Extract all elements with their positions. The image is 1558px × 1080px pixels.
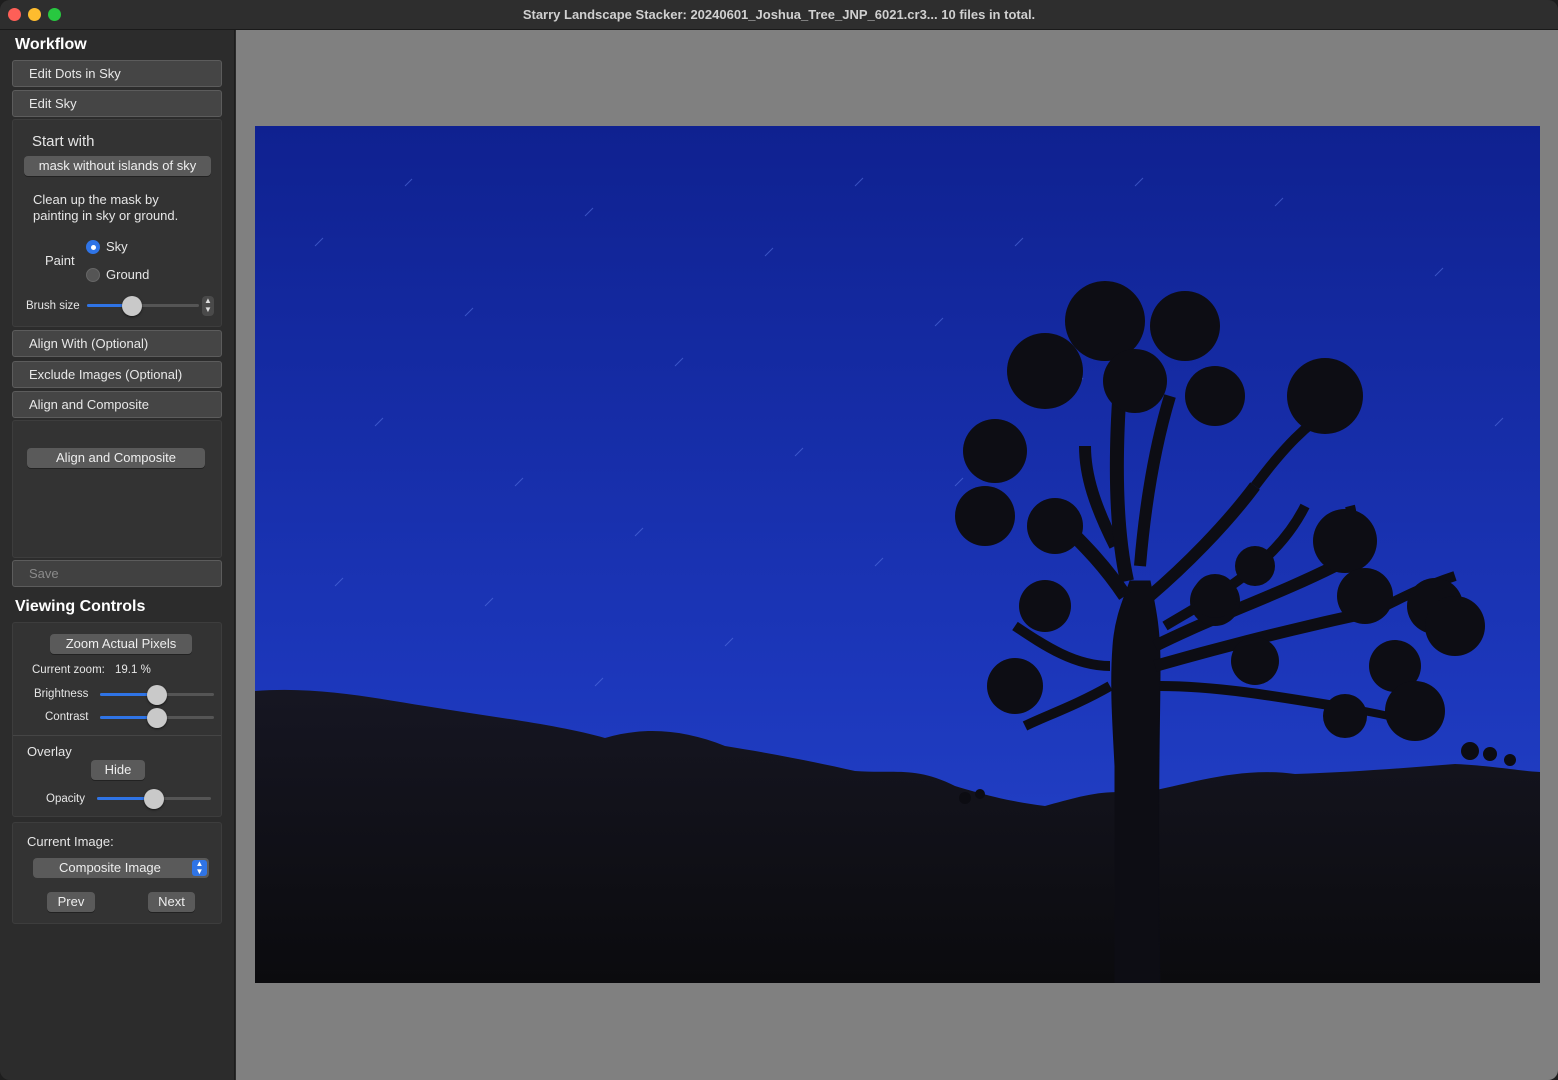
current-zoom-label: Current zoom: <box>32 664 105 676</box>
brightness-slider[interactable] <box>100 684 214 706</box>
paint-sky-radio[interactable] <box>86 240 100 254</box>
brush-size-label: Brush size <box>26 300 80 312</box>
sidebar: Workflow Edit Dots in Sky Edit Sky Start… <box>0 30 235 1080</box>
brush-size-slider[interactable] <box>87 295 199 317</box>
viewing-controls-heading: Viewing Controls <box>15 598 146 615</box>
align-composite-step-button[interactable]: Align and Composite <box>12 391 222 418</box>
paint-ground-label: Ground <box>106 267 150 282</box>
exclude-images-step-button[interactable]: Exclude Images (Optional) <box>12 361 222 388</box>
opacity-slider-knob[interactable] <box>144 789 164 809</box>
contrast-slider-knob[interactable] <box>147 708 167 728</box>
image-canvas[interactable] <box>236 30 1558 1080</box>
save-step-button[interactable]: Save <box>12 560 222 587</box>
start-with-button[interactable]: mask without islands of sky <box>24 156 211 176</box>
contrast-label: Contrast <box>45 711 89 723</box>
overlay-hide-button[interactable]: Hide <box>91 760 145 780</box>
contrast-slider[interactable] <box>100 707 214 729</box>
current-image-selected-value: Composite Image <box>59 860 161 875</box>
opacity-label: Opacity <box>46 793 85 805</box>
current-zoom-value: 19.1 % <box>115 664 151 676</box>
night-sky-landscape-image <box>255 126 1540 983</box>
viewing-controls-panel: Zoom Actual Pixels Current zoom: 19.1 % … <box>12 622 222 817</box>
window-title: Starry Landscape Stacker: 20240601_Joshu… <box>522 7 1036 22</box>
edit-sky-step-button[interactable]: Edit Sky <box>12 90 222 117</box>
instructions-line-2: painting in sky or ground. <box>33 208 179 223</box>
opacity-slider[interactable] <box>97 788 211 810</box>
instructions-line-1: Clean up the mask by <box>33 192 159 207</box>
prev-image-button[interactable]: Prev <box>47 892 95 912</box>
current-image-label: Current Image: <box>27 834 114 849</box>
overlay-divider <box>13 735 221 736</box>
zoom-actual-pixels-button[interactable]: Zoom Actual Pixels <box>50 634 192 654</box>
current-image-select[interactable]: Composite Image ▲ ▼ <box>33 858 209 878</box>
edit-sky-panel: Start with mask without islands of sky C… <box>12 119 222 327</box>
edit-dots-step-button[interactable]: Edit Dots in Sky <box>12 60 222 87</box>
next-image-button[interactable]: Next <box>148 892 195 912</box>
workflow-heading: Workflow <box>15 36 87 53</box>
app-window: Starry Landscape Stacker: 20240601_Joshu… <box>0 0 1558 1080</box>
align-composite-panel: Align and Composite <box>12 420 222 558</box>
composite-photo[interactable] <box>255 126 1540 983</box>
start-with-label: Start with <box>32 133 95 150</box>
title-bar: Starry Landscape Stacker: 20240601_Joshu… <box>0 0 1558 30</box>
current-image-panel: Current Image: Composite Image ▲ ▼ Prev N… <box>12 822 222 924</box>
brush-size-slider-knob[interactable] <box>121 296 142 316</box>
select-chevron-icon: ▲ ▼ <box>192 860 207 876</box>
overlay-label: Overlay <box>27 744 72 759</box>
align-with-step-button[interactable]: Align With (Optional) <box>12 330 222 357</box>
brush-size-stepper[interactable]: ▲ ▼ <box>202 296 214 316</box>
brightness-label: Brightness <box>34 688 89 700</box>
paint-sky-label: Sky <box>106 239 128 254</box>
paint-label: Paint <box>45 253 75 268</box>
paint-ground-radio[interactable] <box>86 268 100 282</box>
brightness-slider-knob[interactable] <box>147 685 167 705</box>
align-composite-button[interactable]: Align and Composite <box>27 448 205 468</box>
